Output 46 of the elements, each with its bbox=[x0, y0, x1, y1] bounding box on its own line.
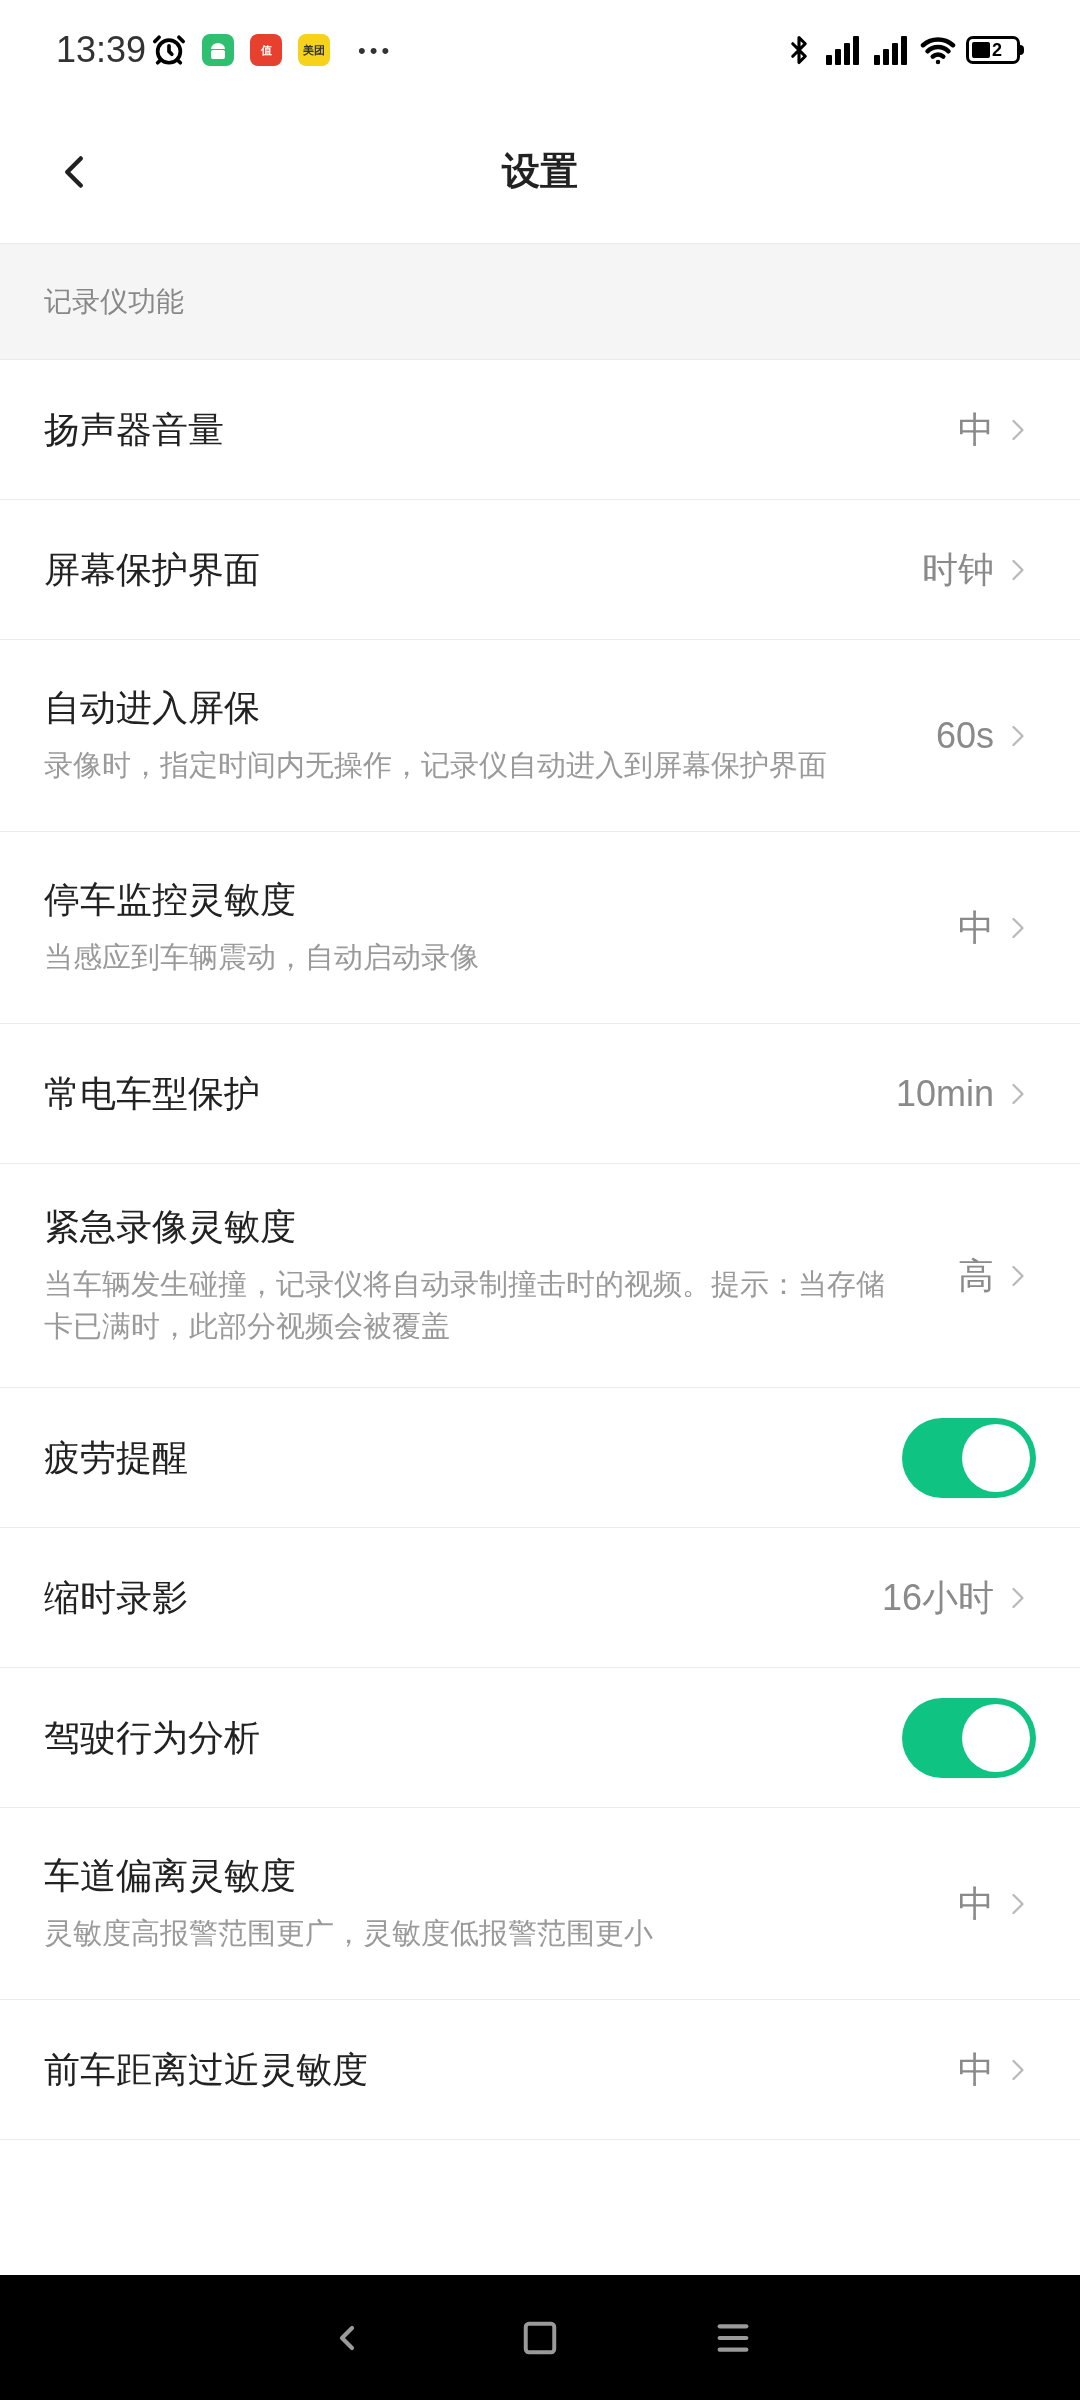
settings-row[interactable]: 前车距离过近灵敏度 中 bbox=[0, 2000, 1080, 2141]
row-description: 灵敏度高报警范围更广，灵敏度低报警范围更小 bbox=[44, 1916, 654, 1952]
settings-row[interactable]: 疲劳提醒 bbox=[0, 1388, 1080, 1529]
settings-row[interactable]: 屏幕保护界面 时钟 bbox=[0, 500, 1080, 640]
battery-level: 2 bbox=[992, 41, 1002, 59]
row-title: 紧急录像灵敏度 bbox=[44, 1205, 297, 1249]
row-title: 扬声器音量 bbox=[44, 408, 225, 452]
row-value: 中 bbox=[958, 1881, 994, 1926]
more-notifications: ••• bbox=[358, 36, 394, 65]
row-value: 中 bbox=[958, 905, 994, 950]
settings-row[interactable]: 紧急录像灵敏度 当车辆发生碰撞，记录仪将自动录制撞击时的视频。提示：当存储卡已满时，此部分视频会被覆盖 高 bbox=[0, 1164, 1080, 1389]
row-value: 中 bbox=[958, 407, 994, 452]
settings-row[interactable]: 常电车型保护 10min bbox=[0, 1024, 1080, 1164]
settings-row[interactable]: 车道偏离灵敏度 灵敏度高报警范围更广，灵敏度低报警范围更小 中 bbox=[0, 1808, 1080, 2001]
row-title: 停车监控灵敏度 bbox=[44, 877, 297, 922]
row-description: 当感应到车辆震动，自动启动录像 bbox=[44, 939, 480, 975]
row-title: 自动进入屏保 bbox=[44, 685, 261, 730]
alarm-icon bbox=[152, 33, 187, 67]
signal-icon bbox=[872, 35, 910, 65]
row-title: 前车距离过近灵敏度 bbox=[44, 2048, 369, 2093]
settings-row[interactable]: 停车监控灵敏度 当感应到车辆震动，自动启动录像 中 bbox=[0, 832, 1080, 1024]
row-description: 当车辆发生碰撞，记录仪将自动录制撞击时的视频。提示：当存储卡已满时，此部分视频会被覆盖 bbox=[44, 1267, 886, 1345]
row-value: 中 bbox=[958, 2047, 994, 2092]
row-value: 高 bbox=[958, 1253, 994, 1298]
status-time: 13:39 bbox=[56, 28, 147, 72]
settings-row[interactable]: 驾驶行为分析 bbox=[0, 1668, 1080, 1809]
row-description: 录像时，指定时间内无操作，记录仪自动进入到屏幕保护界面 bbox=[44, 747, 828, 783]
row-value: 时钟 bbox=[922, 547, 994, 592]
row-value: 60s bbox=[935, 713, 994, 758]
app-icon: 美团 bbox=[298, 34, 331, 66]
row-title: 屏幕保护界面 bbox=[44, 548, 261, 592]
row-title: 缩时录影 bbox=[44, 1576, 189, 1621]
settings-row[interactable]: 扬声器音量 中 bbox=[0, 360, 1080, 500]
app-icon: 值 bbox=[250, 34, 283, 66]
page-title: 设置 bbox=[502, 149, 578, 194]
row-title: 驾驶行为分析 bbox=[44, 1716, 261, 1761]
signal-icon bbox=[824, 35, 862, 65]
row-title: 常电车型保护 bbox=[44, 1072, 261, 1116]
section-title: 记录仪功能 bbox=[44, 284, 184, 319]
settings-row[interactable]: 自动进入屏保 录像时，指定时间内无操作，记录仪自动进入到屏幕保护界面 60s bbox=[0, 640, 1080, 832]
settings-row[interactable]: 缩时录影 16小时 bbox=[0, 1528, 1080, 1669]
battery-fill bbox=[972, 42, 990, 58]
row-title: 疲劳提醒 bbox=[44, 1436, 189, 1481]
row-title: 车道偏离灵敏度 bbox=[44, 1854, 297, 1899]
row-value: 10min bbox=[895, 1071, 994, 1116]
row-value: 16小时 bbox=[881, 1575, 994, 1620]
